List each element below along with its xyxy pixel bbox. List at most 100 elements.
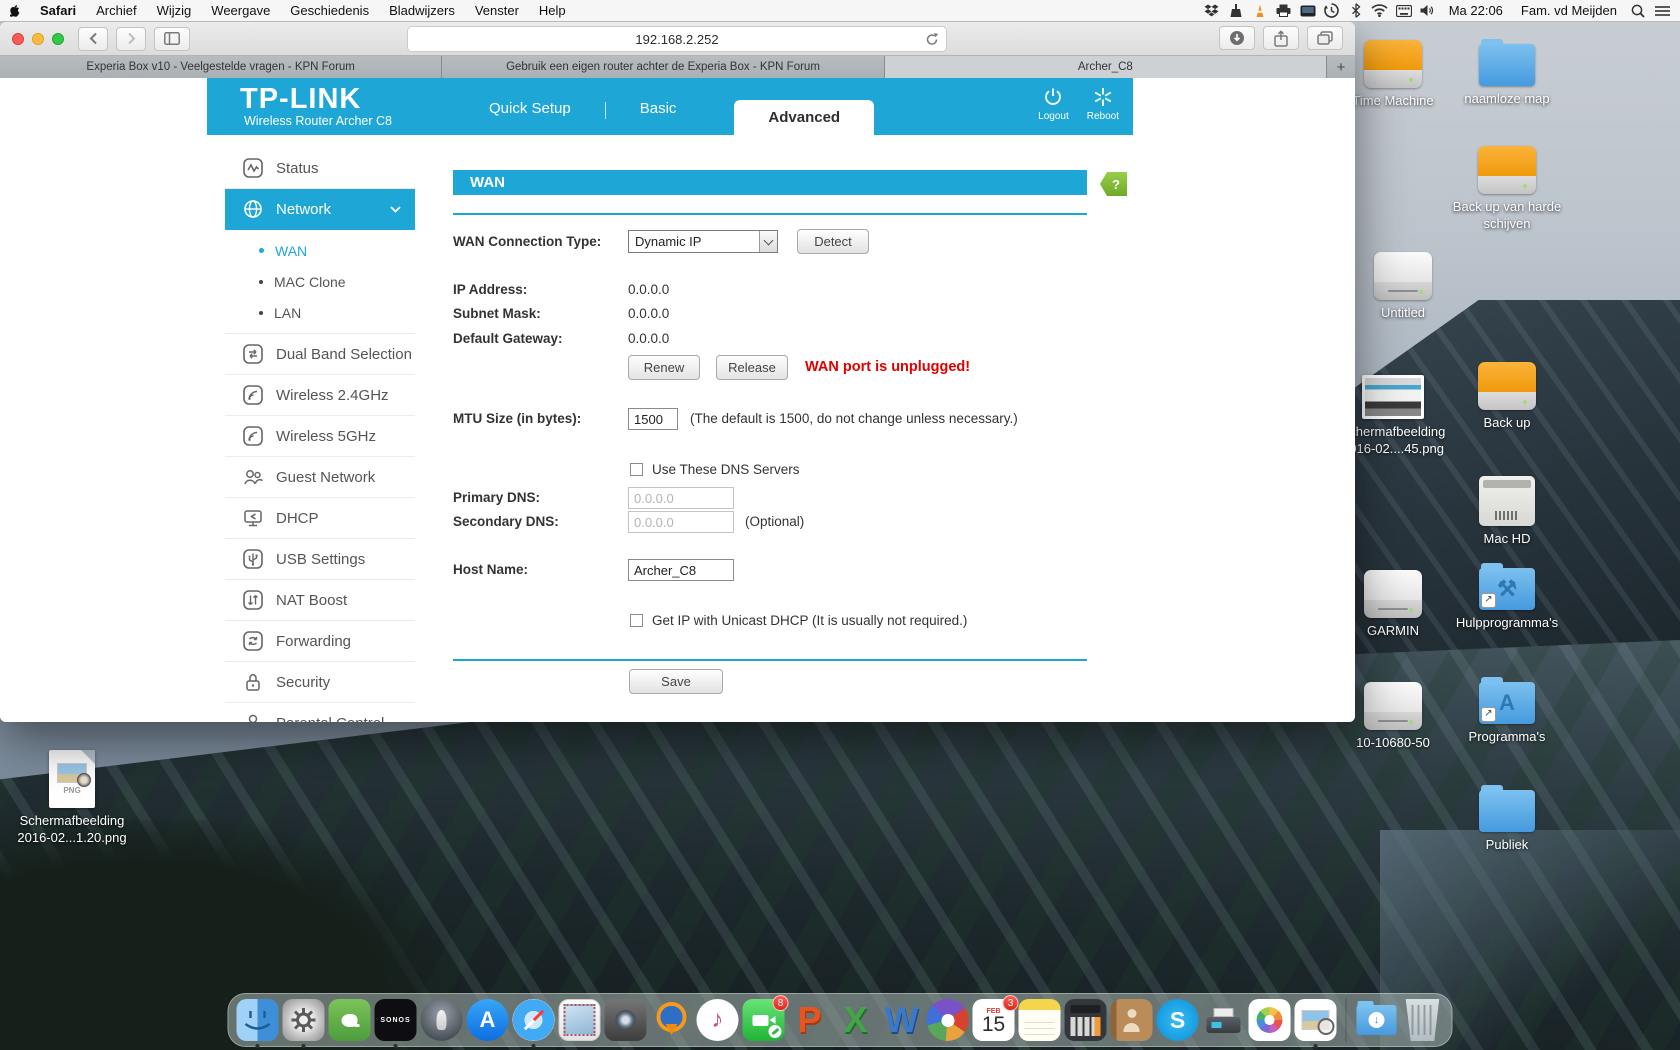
detect-button[interactable]: Detect bbox=[797, 229, 869, 254]
nav-quick-setup[interactable]: Quick Setup bbox=[455, 100, 605, 135]
dock-powerpoint-icon[interactable]: P bbox=[789, 999, 831, 1041]
unicast-dhcp-checkbox[interactable] bbox=[630, 614, 643, 627]
dock-calendar-icon[interactable]: FEB 15 3 bbox=[972, 995, 1019, 1041]
zoom-window-button[interactable] bbox=[52, 32, 64, 45]
dock-excel-icon[interactable]: X bbox=[835, 999, 877, 1041]
sidebar-item-network[interactable]: Network bbox=[225, 189, 415, 230]
sidebar-subitem-mac-clone[interactable]: MAC Clone bbox=[225, 266, 415, 297]
menu-help[interactable]: Help bbox=[529, 0, 576, 21]
apple-menu[interactable] bbox=[0, 0, 30, 21]
dock-mail-icon[interactable] bbox=[558, 999, 601, 1041]
dock-skype-icon[interactable]: S bbox=[1156, 999, 1199, 1041]
menu-wijzig[interactable]: Wijzig bbox=[147, 0, 202, 21]
reload-icon[interactable] bbox=[925, 32, 939, 47]
desktop-icon-untitled[interactable]: Untitled bbox=[1343, 252, 1463, 322]
dock-preview-icon[interactable] bbox=[1294, 999, 1337, 1048]
help-tag[interactable]: ? bbox=[1100, 172, 1127, 196]
sidebar-item-security[interactable]: Security bbox=[225, 662, 415, 703]
sidebar-subitem-lan[interactable]: LAN bbox=[225, 297, 415, 328]
nav-basic[interactable]: Basic bbox=[606, 100, 711, 135]
sidebar-subitem-wan[interactable]: WAN bbox=[225, 235, 415, 266]
spotlight-icon[interactable] bbox=[1626, 0, 1650, 21]
sidebar-item-usb-settings[interactable]: USB Settings bbox=[225, 539, 415, 580]
sidebar-item-wireless-24ghz[interactable]: Wireless 2.4GHz bbox=[225, 375, 415, 416]
dock-word-icon[interactable]: W bbox=[881, 999, 923, 1041]
bluetooth-icon[interactable] bbox=[1344, 0, 1368, 21]
dock-printer-icon[interactable] bbox=[1203, 999, 1245, 1041]
dropbox-icon[interactable] bbox=[1200, 0, 1224, 21]
address-bar[interactable]: 192.168.2.252 bbox=[407, 26, 947, 52]
use-dns-checkbox[interactable] bbox=[630, 463, 643, 476]
wifi-icon[interactable] bbox=[1368, 0, 1392, 21]
tab-overview-button[interactable] bbox=[1307, 26, 1343, 50]
downloads-button[interactable] bbox=[1219, 26, 1255, 50]
mtu-size-input[interactable] bbox=[628, 408, 678, 430]
printer-icon[interactable] bbox=[1272, 0, 1296, 21]
primary-dns-input[interactable] bbox=[628, 487, 734, 509]
dock-evernote-icon[interactable] bbox=[328, 999, 371, 1041]
dock-sonos-icon[interactable]: SONOS bbox=[374, 999, 417, 1048]
notification-center-icon[interactable] bbox=[1650, 0, 1674, 21]
dock-app-store-icon[interactable]: A bbox=[466, 999, 509, 1041]
sidebar-item-forwarding[interactable]: Forwarding bbox=[225, 621, 415, 662]
desktop-icon-backup-harde-schijven[interactable]: Back up van harde schijven bbox=[1447, 146, 1567, 233]
time-machine-icon[interactable] bbox=[1320, 0, 1344, 21]
menu-clock[interactable]: Ma 22:06 bbox=[1440, 3, 1512, 18]
release-button[interactable]: Release bbox=[716, 355, 788, 380]
connection-type-select[interactable]: Dynamic IP bbox=[628, 230, 778, 253]
dock-calculator-icon[interactable] bbox=[1064, 999, 1107, 1041]
dock-system-preferences-icon[interactable] bbox=[282, 999, 325, 1048]
tab-experia-box[interactable]: Experia Box v10 - Veelgestelde vragen - … bbox=[0, 56, 443, 78]
menu-venster[interactable]: Venster bbox=[465, 0, 529, 21]
reboot-button[interactable]: Reboot bbox=[1087, 86, 1119, 122]
menu-app-name[interactable]: Safari bbox=[30, 0, 86, 21]
desktop-icon-programmas[interactable]: A Programma's bbox=[1447, 677, 1567, 746]
back-button[interactable] bbox=[78, 26, 108, 51]
menu-archief[interactable]: Archief bbox=[86, 0, 146, 21]
input-menu-icon[interactable] bbox=[1392, 0, 1416, 21]
share-button[interactable] bbox=[1263, 26, 1299, 50]
dock-trash-icon[interactable] bbox=[1405, 999, 1440, 1041]
dock-finder-icon[interactable] bbox=[236, 999, 279, 1048]
sidebar-item-guest-network[interactable]: Guest Network bbox=[225, 457, 415, 498]
desktop-icon-naamloze-map[interactable]: naamloze map bbox=[1447, 39, 1567, 108]
desktop-icon-publiek[interactable]: Publiek bbox=[1447, 785, 1567, 854]
dock-notes-icon[interactable] bbox=[1018, 999, 1061, 1041]
cleaner-app-icon[interactable] bbox=[1224, 0, 1248, 21]
close-window-button[interactable] bbox=[12, 32, 24, 45]
menu-weergave[interactable]: Weergave bbox=[201, 0, 280, 21]
minimize-window-button[interactable] bbox=[32, 32, 44, 45]
sidebar-item-dual-band[interactable]: Dual Band Selection bbox=[225, 334, 415, 375]
desktop-icon-schermafbeelding-120[interactable]: PNG Schermafbeelding 2016-02...1.20.png bbox=[12, 750, 132, 847]
tab-eigen-router[interactable]: Gebruik een eigen router achter de Exper… bbox=[442, 56, 885, 78]
desktop-icon-mac-hd[interactable]: Mac HD bbox=[1447, 476, 1567, 548]
desktop-icon-hulpprogrammas[interactable]: ⚒ Hulpprogramma's bbox=[1447, 563, 1567, 632]
desktop-icon-back-up[interactable]: Back up bbox=[1447, 362, 1567, 432]
menu-bladwijzers[interactable]: Bladwijzers bbox=[379, 0, 465, 21]
dock-downloads-icon[interactable]: ↓ bbox=[1356, 999, 1398, 1041]
forward-button[interactable] bbox=[116, 26, 146, 51]
dock-picasa-icon[interactable] bbox=[926, 999, 969, 1041]
renew-button[interactable]: Renew bbox=[628, 355, 700, 380]
dock-facetime-icon[interactable]: 8 bbox=[742, 995, 789, 1041]
sidebar-toggle-button[interactable] bbox=[154, 26, 190, 51]
vlc-icon[interactable] bbox=[1248, 0, 1272, 21]
sidebar-item-status[interactable]: Status bbox=[225, 148, 415, 189]
logout-button[interactable]: Logout bbox=[1038, 86, 1069, 122]
tab-archer-c8[interactable]: Archer_C8 bbox=[884, 56, 1327, 78]
save-button[interactable]: Save bbox=[629, 669, 723, 694]
nav-advanced[interactable]: Advanced bbox=[734, 100, 875, 135]
display-app-icon[interactable] bbox=[1296, 0, 1320, 21]
dock-itunes-icon[interactable]: ♪ bbox=[696, 999, 739, 1041]
volume-icon[interactable] bbox=[1416, 0, 1440, 21]
fast-user-switch-menu[interactable]: Fam. vd Meijden bbox=[1512, 3, 1626, 18]
dock-safari-icon[interactable] bbox=[512, 999, 555, 1048]
dock-launchpad-icon[interactable] bbox=[420, 999, 463, 1041]
sidebar-item-parental-control[interactable]: Parental Control bbox=[225, 703, 415, 722]
secondary-dns-input[interactable] bbox=[628, 511, 734, 533]
menu-geschiedenis[interactable]: Geschiedenis bbox=[280, 0, 379, 21]
sidebar-item-dhcp[interactable]: DHCP bbox=[225, 498, 415, 539]
host-name-input[interactable] bbox=[628, 559, 734, 581]
dock-contacts-icon[interactable] bbox=[1110, 999, 1153, 1041]
dock-garmin-express-icon[interactable] bbox=[651, 999, 693, 1041]
